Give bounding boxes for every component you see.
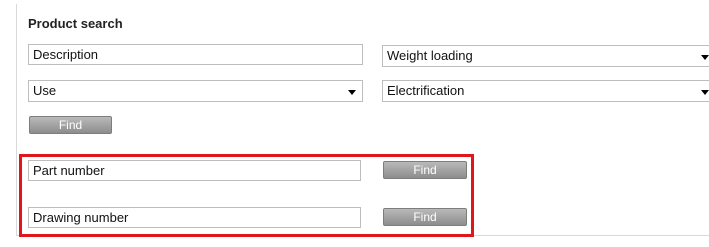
product-search-find-button[interactable]: Find xyxy=(29,116,112,134)
weight-loading-select[interactable]: Weight loading xyxy=(382,45,709,67)
electrification-select[interactable]: Electrification xyxy=(382,80,709,102)
use-select[interactable]: Use xyxy=(28,80,363,102)
part-number-input[interactable]: Part number xyxy=(28,160,361,181)
drawing-number-input[interactable]: Drawing number xyxy=(28,207,361,228)
description-input[interactable]: Description xyxy=(28,44,363,65)
part-number-find-button[interactable]: Find xyxy=(383,161,467,179)
weight-loading-value: Weight loading xyxy=(387,48,473,63)
drawing-number-find-button[interactable]: Find xyxy=(383,208,467,226)
electrification-value: Electrification xyxy=(387,83,465,98)
use-value: Use xyxy=(33,83,57,98)
panel-title: Product search xyxy=(28,16,123,31)
chevron-down-icon xyxy=(348,90,356,95)
chevron-down-icon xyxy=(701,90,709,95)
chevron-down-icon xyxy=(701,55,709,60)
